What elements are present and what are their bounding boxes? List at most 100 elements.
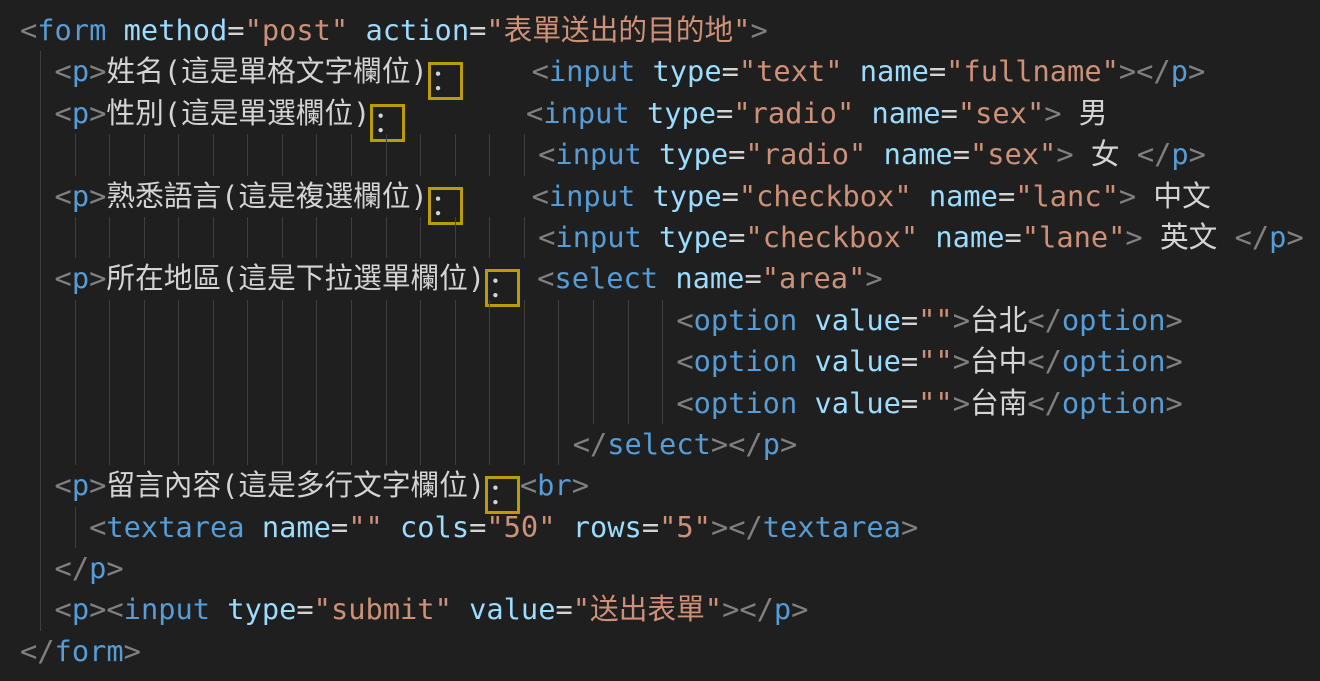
- code-line[interactable]: <option value="">台北</option>: [20, 300, 1320, 341]
- indent-guide: [351, 341, 352, 382]
- token-punctuation: <: [55, 468, 72, 502]
- code-line[interactable]: </select></p>: [20, 424, 1320, 465]
- code-line[interactable]: <option value="">台中</option>: [20, 341, 1320, 382]
- token-punctuation: >: [901, 510, 918, 544]
- indent-guide: [386, 424, 387, 465]
- indent-guide: [75, 507, 76, 548]
- indent-guide: [489, 300, 490, 341]
- token-attribute-name: value: [452, 592, 556, 626]
- token-operator: =: [331, 510, 348, 544]
- indent-guide: [144, 134, 145, 175]
- token-plain-text: 中文: [1136, 179, 1211, 213]
- token-punctuation: <: [537, 261, 554, 295]
- indent-guide: [386, 300, 387, 341]
- indent-guide: [40, 424, 41, 465]
- token-attribute-name: name: [912, 179, 998, 213]
- token-punctuation: >: [1286, 220, 1303, 254]
- token-tag-name: p: [89, 551, 106, 585]
- indent-guide: [40, 548, 41, 589]
- code-line[interactable]: <p>姓名(這是單格文字欄位)： <input type="text" name…: [20, 51, 1320, 92]
- indent-guide: [489, 134, 490, 175]
- code-line[interactable]: <p>性別(這是單選欄位)： <input type="radio" name=…: [20, 93, 1320, 134]
- token-operator: =: [901, 386, 918, 420]
- indent-guide: [247, 424, 248, 465]
- indent-guide: [144, 424, 145, 465]
- token-punctuation: >: [791, 592, 808, 626]
- code-line[interactable]: <p>所在地區(這是下拉選單欄位)： <select name="area">: [20, 258, 1320, 299]
- indent-guide: [40, 134, 41, 175]
- indent-guide: [351, 383, 352, 424]
- token-attribute-name: type: [642, 137, 728, 171]
- token-attribute-name: type: [630, 96, 716, 130]
- token-tag-name: p: [72, 468, 89, 502]
- code-line[interactable]: <input type="checkbox" name="lane"> 英文 <…: [20, 217, 1320, 258]
- token-operator: =: [227, 13, 244, 47]
- indent-guide: [662, 300, 663, 341]
- token-punctuation: </: [20, 634, 55, 668]
- token-attribute-name: type: [642, 220, 728, 254]
- indent-guide: [386, 383, 387, 424]
- token-operator: =: [941, 96, 958, 130]
- token-attribute-name: value: [797, 386, 901, 420]
- code-line[interactable]: <p><input type="submit" value="送出表單"></p…: [20, 589, 1320, 630]
- token-punctuation: <: [538, 220, 555, 254]
- indent-guide: [40, 258, 41, 299]
- indent-guide: [593, 341, 594, 382]
- indent-guide: [213, 217, 214, 258]
- indent-guide: [213, 300, 214, 341]
- token-string: "radio": [745, 137, 866, 171]
- token-tag-name: br: [537, 468, 572, 502]
- code-line[interactable]: <p>熟悉語言(這是複選欄位)： <input type="checkbox" …: [20, 176, 1320, 217]
- token-string: "5": [659, 510, 711, 544]
- token-string: "sex": [958, 96, 1044, 130]
- indent-guide: [282, 424, 283, 465]
- token-punctuation: >: [1056, 137, 1073, 171]
- token-punctuation: </: [1027, 386, 1062, 420]
- token-punctuation: <: [20, 13, 37, 47]
- indent-guide: [282, 134, 283, 175]
- token-tag-name: textarea: [106, 510, 244, 544]
- code-line[interactable]: <input type="radio" name="sex"> 女 </p>: [20, 134, 1320, 175]
- token-attribute-name: rows: [555, 510, 641, 544]
- token-tag-name: option: [1062, 386, 1166, 420]
- code-line[interactable]: <option value="">台南</option>: [20, 383, 1320, 424]
- code-line[interactable]: <p>留言內容(這是多行文字欄位)：<br>: [20, 465, 1320, 506]
- token-string: "submit": [314, 592, 452, 626]
- indent-guide: [40, 589, 41, 630]
- code-line[interactable]: <form method="post" action="表單送出的目的地">: [20, 10, 1320, 51]
- indent-guide: [144, 341, 145, 382]
- token-operator: =: [469, 13, 486, 47]
- token-plain-text: 台南: [970, 386, 1027, 420]
- indent-guide: [351, 424, 352, 465]
- indent-guide: [282, 383, 283, 424]
- token-punctuation: >: [89, 592, 106, 626]
- token-punctuation: >: [750, 13, 767, 47]
- indent-guide: [40, 217, 41, 258]
- token-punctuation: >: [124, 634, 141, 668]
- token-whitespace: [20, 261, 55, 295]
- indent-guide: [75, 424, 76, 465]
- token-string: "checkbox": [745, 220, 918, 254]
- indent-guide: [420, 341, 421, 382]
- token-punctuation: >: [1188, 54, 1205, 88]
- token-punctuation: <: [55, 54, 72, 88]
- code-line[interactable]: <textarea name="" cols="50" rows="5"></t…: [20, 507, 1320, 548]
- indent-guide: [455, 300, 456, 341]
- indent-guide: [109, 134, 110, 175]
- indent-guide: [247, 217, 248, 258]
- token-punctuation: >: [865, 261, 882, 295]
- token-punctuation: >: [1119, 179, 1136, 213]
- token-string: "": [918, 303, 953, 337]
- code-line[interactable]: </form>: [20, 631, 1320, 672]
- token-attribute-name: action: [348, 13, 469, 47]
- token-punctuation: </: [573, 427, 608, 461]
- token-punctuation: <: [532, 54, 549, 88]
- token-operator: =: [1005, 220, 1022, 254]
- code-line[interactable]: </p>: [20, 548, 1320, 589]
- token-punctuation: >: [572, 468, 589, 502]
- token-whitespace: [20, 551, 55, 585]
- token-whitespace: [520, 261, 537, 295]
- code-editor-area[interactable]: <form method="post" action="表單送出的目的地"> <…: [0, 0, 1320, 672]
- token-punctuation: >: [1166, 386, 1183, 420]
- token-operator: =: [296, 592, 313, 626]
